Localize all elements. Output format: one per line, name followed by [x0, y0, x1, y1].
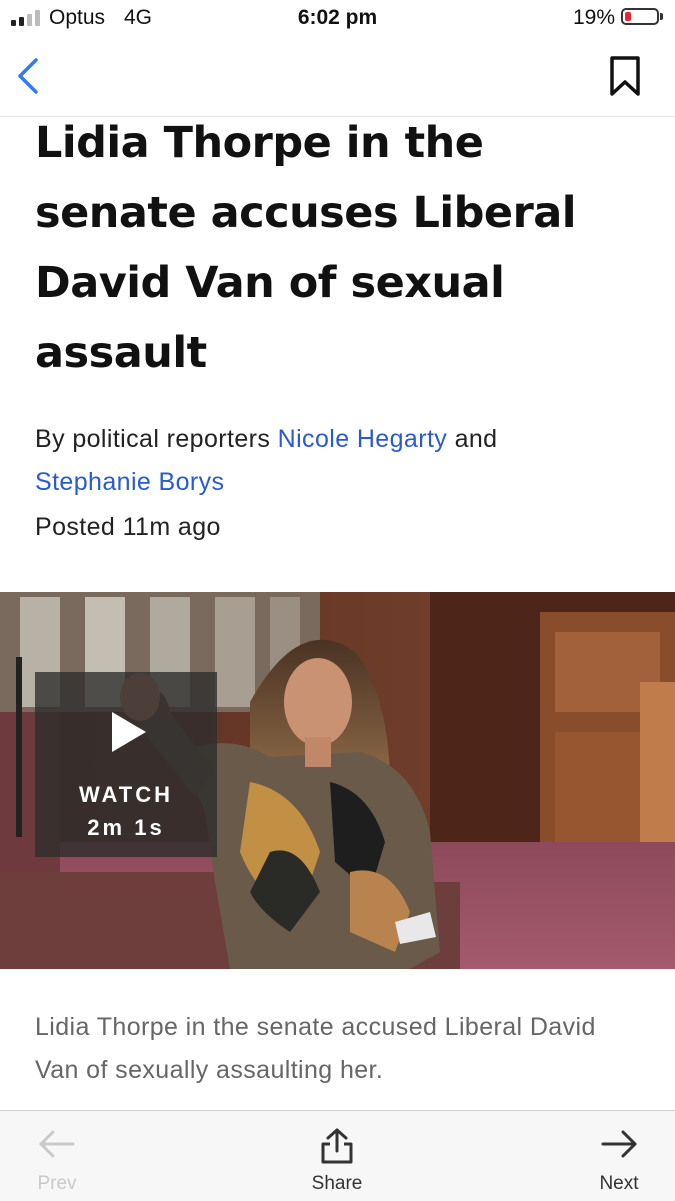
back-button[interactable] — [12, 54, 48, 98]
bookmark-icon — [610, 56, 640, 96]
author-link-nicole-hegarty[interactable]: Nicole Hegarty — [278, 425, 448, 453]
byline: By political reporters Nicole Hegarty an… — [35, 418, 655, 504]
battery-cap — [660, 13, 663, 20]
status-time: 6:02 pm — [297, 6, 378, 29]
carrier-name: Optus — [49, 6, 106, 29]
video-caption: Lidia Thorpe in the senate accused Liber… — [35, 1013, 596, 1084]
share-button[interactable]: Share — [297, 1111, 377, 1201]
arrow-left-icon — [39, 1130, 75, 1158]
network-type: 4G — [124, 6, 153, 29]
share-label: Share — [311, 1173, 363, 1194]
video-duration: 2m 1s — [87, 815, 165, 840]
signal-strength-icon — [11, 10, 40, 26]
battery-icon — [621, 8, 659, 25]
share-icon — [321, 1128, 353, 1164]
battery-level-fill — [625, 12, 631, 21]
battery-percent: 19% — [573, 6, 616, 29]
bookmark-button[interactable] — [606, 54, 644, 98]
watch-overlay-button[interactable]: WATCH 2m 1s — [35, 672, 217, 857]
chevron-left-icon — [18, 58, 38, 94]
nav-bar — [0, 40, 675, 117]
prev-button[interactable]: Prev — [20, 1111, 94, 1201]
watch-label: WATCH — [78, 782, 174, 807]
byline-prefix: By political reporters — [35, 425, 271, 453]
next-label: Next — [599, 1173, 639, 1194]
author-link-stephanie-borys[interactable]: Stephanie Borys — [35, 468, 224, 496]
bottom-toolbar: Prev Share Next — [0, 1110, 675, 1201]
arrow-right-icon — [601, 1130, 637, 1158]
status-bar: Optus 4G 6:02 pm 19% — [0, 0, 675, 40]
byline-join: and — [454, 425, 498, 453]
prev-label: Prev — [37, 1173, 77, 1194]
play-icon — [112, 712, 146, 752]
article-headline: Lidia Thorpe in the senate accuses Liber… — [35, 118, 577, 378]
posted-time: Posted 11m ago — [35, 513, 221, 541]
next-button[interactable]: Next — [582, 1111, 656, 1201]
video-player[interactable]: WATCH 2m 1s — [0, 592, 675, 969]
